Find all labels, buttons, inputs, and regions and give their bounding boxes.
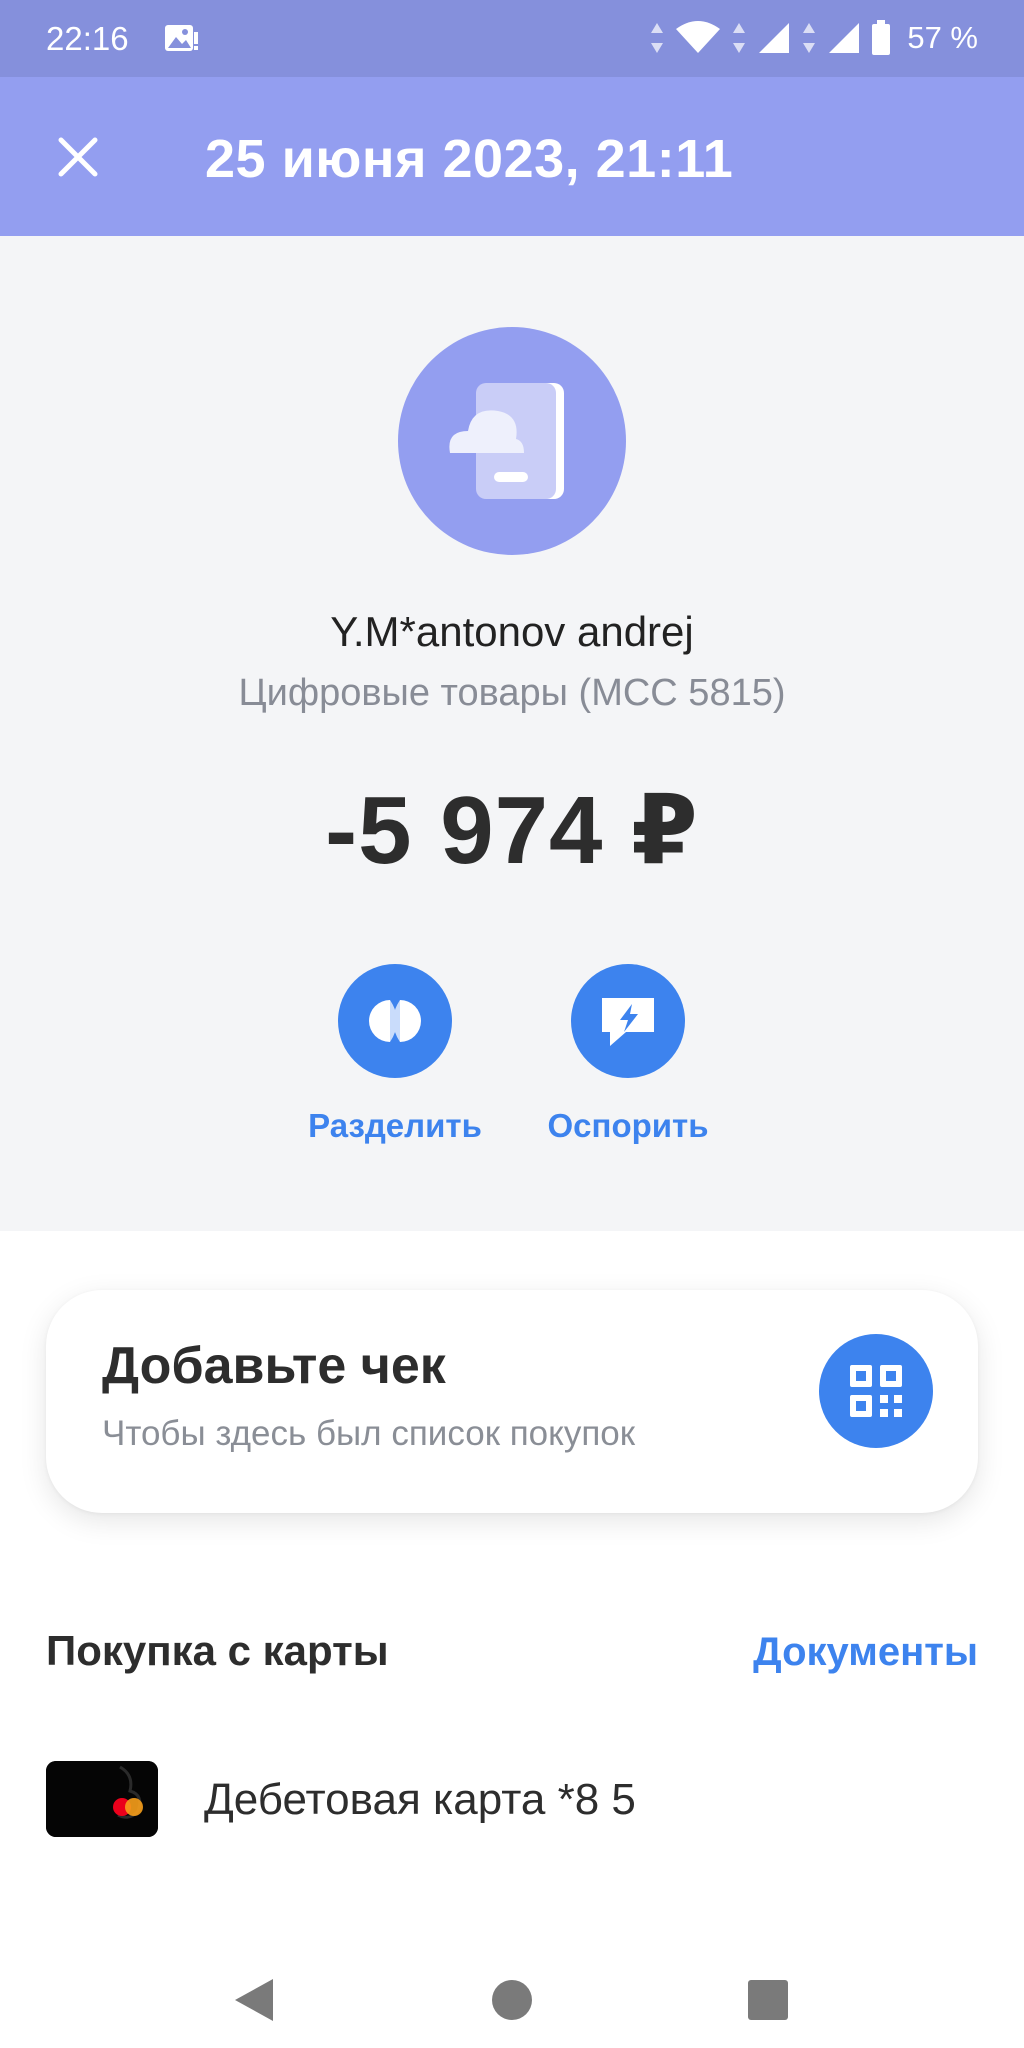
close-icon [58,137,98,177]
scan-qr-button[interactable] [819,1334,933,1448]
transaction-amount: -5 974 ₽ [325,777,699,884]
dispute-button-circle[interactable] [571,964,685,1078]
payment-card-row[interactable]: Дебетовая карта *8 5 [46,1755,978,1845]
page-title: 25 июня 2023, 21:11 [205,129,734,189]
split-label: Разделить [308,1107,482,1144]
home-icon [492,1980,532,2020]
add-receipt-card[interactable]: Добавьте чек Чтобы здесь был список поку… [46,1290,978,1513]
receipt-subtitle: Чтобы здесь был список покупок [102,1414,636,1453]
battery-percentage: 57 % [907,20,978,55]
close-button[interactable] [50,129,106,185]
split-icon [369,1000,421,1042]
signal-icon [829,23,860,53]
signal-icon [759,23,790,53]
merchant-name: Y.M*antonov andrej [330,608,694,655]
qr-code-icon [850,1365,902,1417]
data-arrows-icon [651,23,664,53]
card-label: Дебетовая карта *8 5 [204,1775,636,1824]
receipt-title: Добавьте чек [102,1337,446,1395]
back-icon [235,1979,273,2021]
data-arrows-icon [733,23,746,53]
mastercard-icon [46,1761,158,1837]
dispute-icon [602,998,654,1046]
gallery-icon [165,25,198,51]
merchant-avatar [398,327,626,555]
data-arrows-icon [803,23,816,53]
battery-icon [872,20,891,55]
split-button-circle[interactable] [338,964,452,1078]
status-icons: 57 % [649,18,978,58]
dispute-button[interactable]: Оспорить [513,964,743,1146]
card-thumbnail [46,1761,158,1837]
recent-apps-button[interactable] [728,1960,808,2040]
status-bar: 22:16 57 % [0,0,1024,77]
home-button[interactable] [472,1960,552,2040]
merchant-category: Цифровые товары (MCC 5815) [238,672,786,714]
status-time: 22:16 [46,20,129,57]
back-button[interactable] [214,1960,294,2040]
recent-apps-icon [748,1980,788,2020]
system-nav-bar [0,1940,1024,2048]
split-button[interactable]: Разделить [280,964,510,1146]
wifi-icon [676,21,721,53]
transaction-summary: Y.M*antonov andrej Цифровые товары (MCC … [0,236,1024,1231]
digital-goods-icon [449,383,564,499]
header-bar: 25 июня 2023, 21:11 [0,77,1024,236]
section-title: Покупка с карты [46,1627,389,1674]
documents-link[interactable]: Документы [753,1627,978,1677]
dispute-label: Оспорить [547,1107,709,1144]
